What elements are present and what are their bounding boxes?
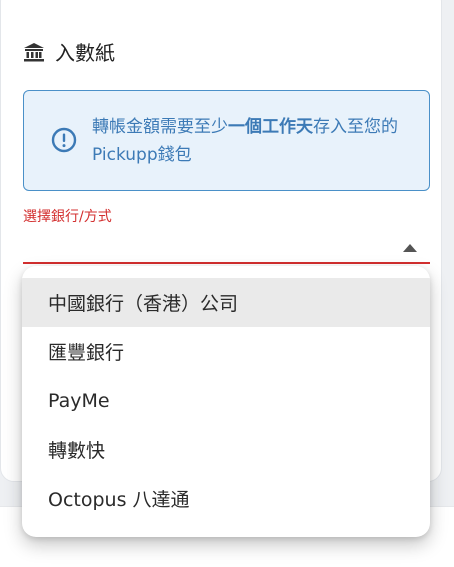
exclamation-circle-icon [51,127,77,153]
dropdown-option[interactable]: 中國銀行（香港）公司 [22,278,430,327]
notice-text-before: 轉帳金額需要至少 [92,117,228,137]
dropdown-option[interactable]: 轉數快 [22,425,430,474]
bank-select-input[interactable] [23,262,430,264]
bank-icon [23,42,45,62]
section-header: 入數紙 [23,37,115,66]
section-title: 入數紙 [55,41,115,65]
dropdown-option[interactable]: PayMe [22,376,430,425]
notice-box: 轉帳金額需要至少一個工作天存入至您的Pickupp錢包 [23,90,430,191]
dropdown-option[interactable]: Octopus 八達通 [22,474,430,523]
caret-up-icon[interactable] [403,244,417,252]
bank-select-label: 選擇銀行/方式 [23,209,112,225]
dropdown-option[interactable]: 匯豐銀行 [22,327,430,376]
notice-text: 轉帳金額需要至少一個工作天存入至您的Pickupp錢包 [92,113,412,169]
bank-select-dropdown: 中國銀行（香港）公司 匯豐銀行 PayMe 轉數快 Octopus 八達通 [22,266,430,537]
notice-text-bold: 一個工作天 [228,117,313,137]
